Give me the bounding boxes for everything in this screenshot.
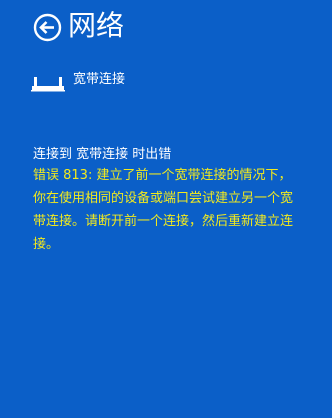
back-button[interactable] [33,13,62,42]
error-message: 错误 813: 建立了前一个宽带连接的情况下，你在使用相同的设备或端口尝试建立另… [33,168,294,252]
page-title: 网络 [68,9,125,42]
connection-item-broadband[interactable]: 宽带连接 [27,69,177,99]
connection-label: 宽带连接 [73,72,126,87]
error-heading: 连接到 宽带连接 时出错 [33,147,172,162]
broadband-connection-icon [31,75,65,95]
network-flyout: 网络 宽带连接 连接到 宽带连接 时出错 错误 813: 建立了前一个宽带连接的… [0,0,332,418]
back-arrow-icon [33,13,62,42]
